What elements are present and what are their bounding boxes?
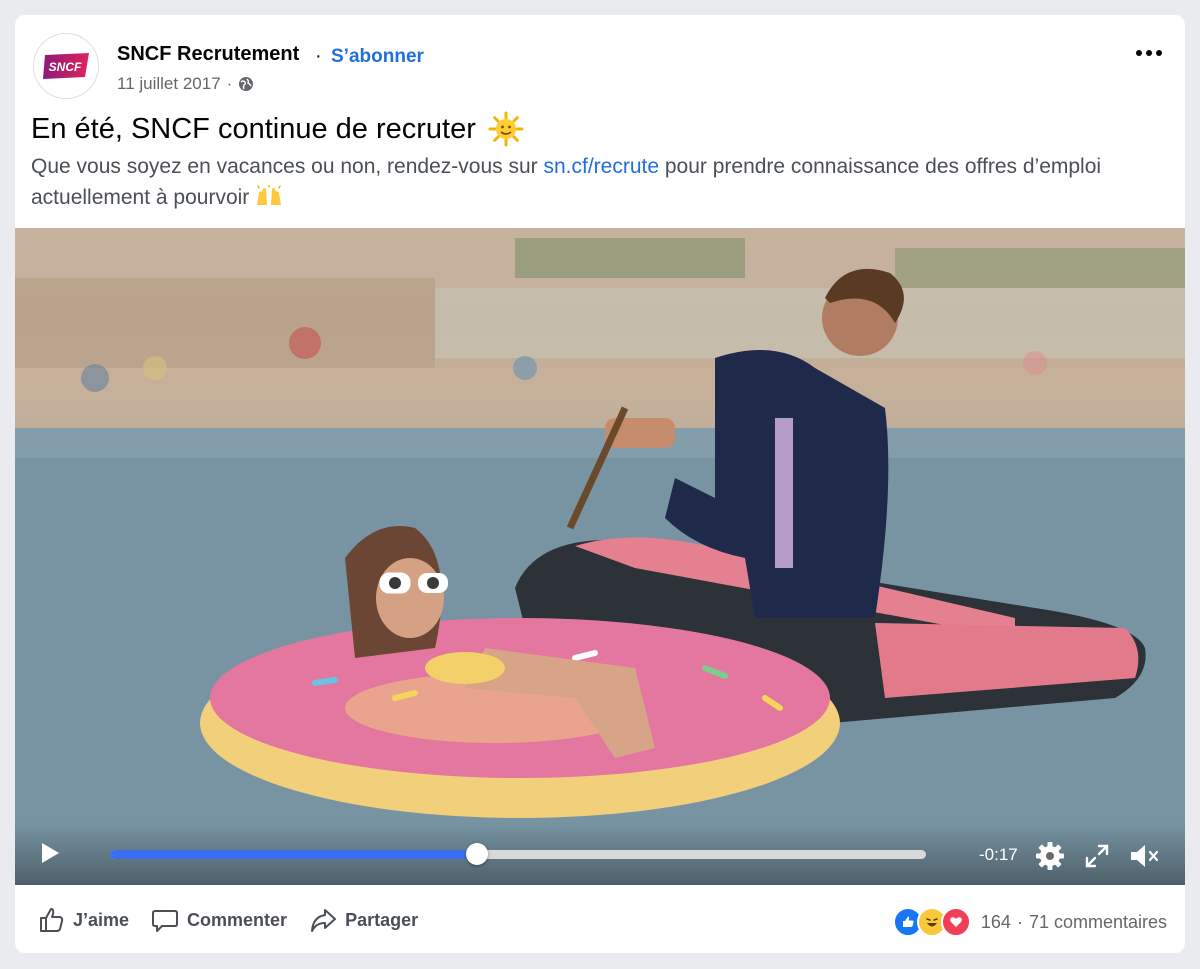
reactions-summary[interactable] xyxy=(892,907,971,937)
progress-fill xyxy=(110,850,478,859)
recruitment-link[interactable]: sn.cf/recrute xyxy=(543,155,659,178)
stats-separator: · xyxy=(1016,911,1023,932)
post-meta: 11 juillet 2017 · xyxy=(117,74,254,94)
comments-count[interactable]: 71 commentaires xyxy=(1029,912,1167,933)
raised-hands-emoji-icon xyxy=(257,184,282,205)
post-title-row: En été, SNCF continue de recruter xyxy=(31,111,524,147)
post-date[interactable]: 11 juillet 2017 xyxy=(117,74,221,94)
comment-bubble-icon xyxy=(152,910,179,932)
time-remaining: -0:17 xyxy=(979,845,1018,864)
share-label: Partager xyxy=(345,909,419,930)
post-stats: 164 · 71 commentaires xyxy=(892,907,1167,937)
fullscreen-icon[interactable] xyxy=(1084,843,1110,869)
header-separator: · xyxy=(315,45,322,67)
thumbs-up-icon xyxy=(40,908,64,932)
comment-label: Commenter xyxy=(187,909,288,930)
play-icon[interactable] xyxy=(39,841,61,865)
beach-scene-image xyxy=(15,228,1185,885)
globe-icon xyxy=(239,77,254,91)
reaction-count[interactable]: 164 xyxy=(981,912,1011,933)
desc-text-before: Que vous soyez en vacances ou non, rende… xyxy=(31,155,544,178)
video-controls: -0:17 xyxy=(15,821,1185,885)
like-button[interactable]: J’aime xyxy=(37,906,129,934)
post-description: Que vous soyez en vacances ou non, rende… xyxy=(31,151,1151,213)
video-player[interactable]: -0:17 xyxy=(15,228,1185,885)
logo-text: SNCF xyxy=(49,60,82,74)
post-card: SNCF SNCF Recrutement · S’abonner 11 jui… xyxy=(15,15,1185,953)
meta-separator: · xyxy=(226,74,233,93)
post-actions: J’aime Commenter Partager xyxy=(37,905,418,935)
muted-speaker-icon[interactable] xyxy=(1128,842,1160,870)
like-label: J’aime xyxy=(73,909,130,930)
comment-button[interactable]: Commenter xyxy=(151,906,287,934)
sun-emoji-icon xyxy=(488,111,524,147)
page-avatar[interactable]: SNCF xyxy=(33,33,99,99)
more-options-icon[interactable] xyxy=(1131,41,1167,65)
page-name[interactable]: SNCF Recrutement xyxy=(117,43,299,66)
share-button[interactable]: Partager xyxy=(309,906,418,934)
progress-bar[interactable] xyxy=(110,843,926,865)
share-arrow-icon xyxy=(311,909,337,932)
love-reaction-icon xyxy=(940,907,971,937)
sncf-logo: SNCF xyxy=(43,53,89,79)
gear-icon[interactable] xyxy=(1035,841,1065,871)
post-title: En été, SNCF continue de recruter xyxy=(31,112,476,145)
progress-handle[interactable] xyxy=(466,843,489,865)
follow-button[interactable]: S’abonner xyxy=(331,46,424,68)
